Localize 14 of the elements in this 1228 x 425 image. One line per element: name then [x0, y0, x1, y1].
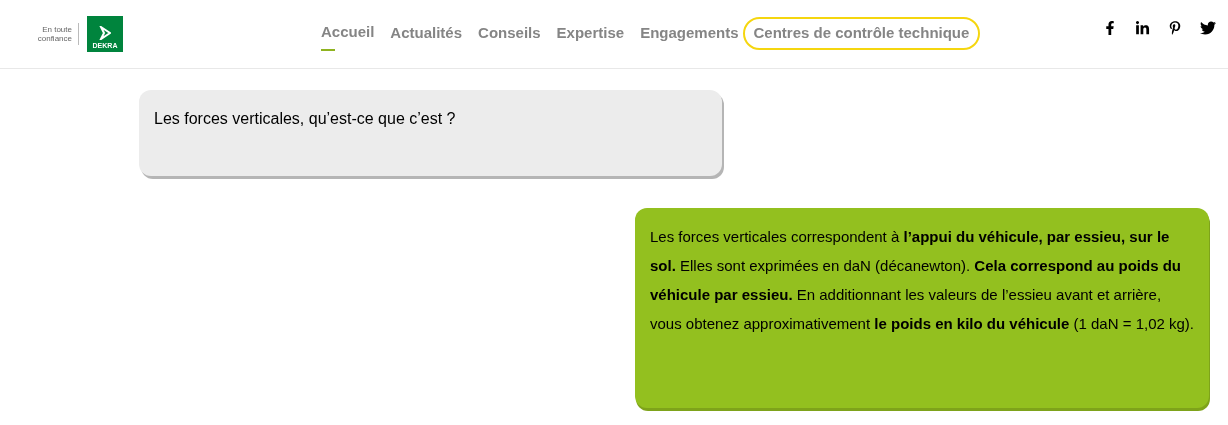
pinterest-icon[interactable] — [1168, 21, 1182, 35]
nav-link[interactable]: Centres de contrôle technique — [742, 17, 981, 50]
nav-link[interactable]: Engagements — [640, 17, 739, 50]
twitter-icon[interactable] — [1200, 20, 1216, 36]
nav-link[interactable]: Conseils — [478, 17, 541, 50]
tagline: En toute confiance — [36, 25, 72, 43]
nav-link[interactable]: Actualités — [390, 17, 463, 50]
nav-link[interactable]: Expertise — [556, 17, 625, 50]
linkedin-icon[interactable] — [1135, 20, 1150, 36]
facebook-icon[interactable] — [1103, 21, 1117, 35]
answer-text: Les forces verticales correspondent à l’appui du véhicule, par essieu, sur le sol. Elles sont exprimées en daN (décanewton). Cela correspond au poids du véhicule par essieu. En additionnant les valeurs de l’essieu avant et arrière, vous obtenez approximativement le poids en kilo du véhicule (1 daN = 1,02 kg). — [650, 227, 1194, 334]
nav-link[interactable]: Accueil — [321, 16, 375, 51]
question-text: Les forces verticales, qu’est-ce que c’est ? — [154, 109, 457, 129]
arrow-icon — [99, 26, 111, 40]
